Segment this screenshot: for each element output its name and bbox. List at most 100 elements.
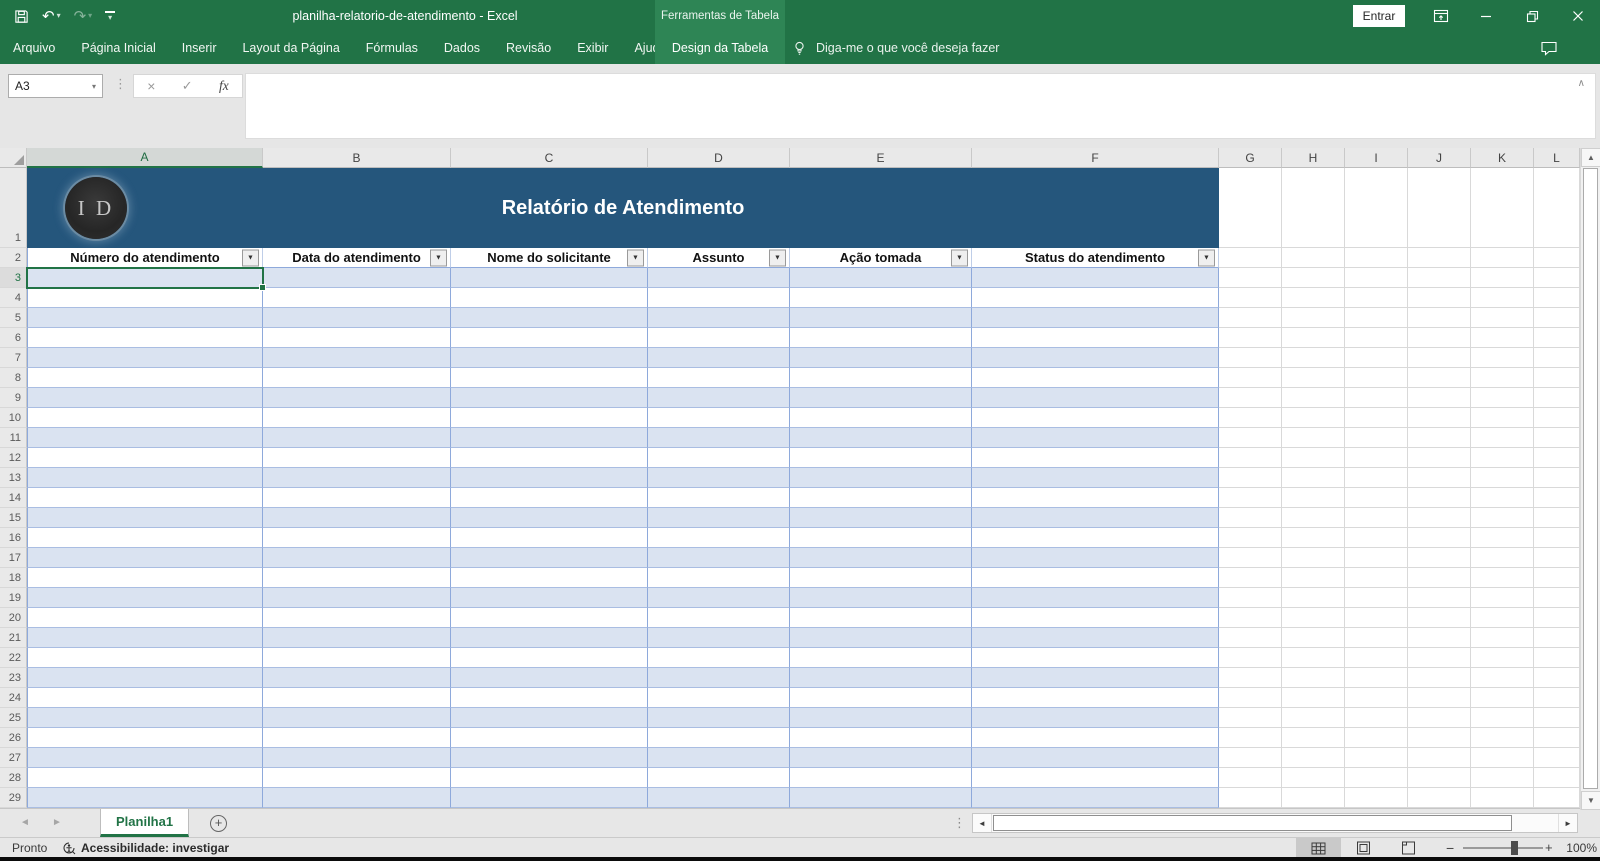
cell-i9[interactable] (1345, 388, 1408, 408)
cell-e14[interactable] (790, 488, 972, 508)
column-header-j[interactable]: J (1408, 148, 1471, 168)
cell-j24[interactable] (1408, 688, 1471, 708)
cell-h15[interactable] (1282, 508, 1345, 528)
cell-d28[interactable] (648, 768, 790, 788)
cell-l18[interactable] (1534, 568, 1580, 588)
page-layout-view-icon[interactable] (1341, 838, 1386, 858)
cell-j3[interactable] (1408, 268, 1471, 288)
cell-h22[interactable] (1282, 648, 1345, 668)
cell-a19[interactable] (27, 588, 263, 608)
cell-d26[interactable] (648, 728, 790, 748)
zoom-level[interactable]: 100% (1563, 838, 1597, 858)
cell-c22[interactable] (451, 648, 648, 668)
cell-c27[interactable] (451, 748, 648, 768)
minimize-icon[interactable] (1471, 0, 1501, 32)
row-header-25[interactable]: 25 (0, 708, 27, 728)
tab-pagina-inicial[interactable]: Página Inicial (68, 32, 168, 64)
cell-c20[interactable] (451, 608, 648, 628)
cell-c16[interactable] (451, 528, 648, 548)
cell-a6[interactable] (27, 328, 263, 348)
tab-layout-da-pagina[interactable]: Layout da Página (229, 32, 352, 64)
cell-f17[interactable] (972, 548, 1219, 568)
cell-j26[interactable] (1408, 728, 1471, 748)
cell-l19[interactable] (1534, 588, 1580, 608)
cell-h12[interactable] (1282, 448, 1345, 468)
add-sheet-icon[interactable]: + (210, 815, 227, 832)
cell-a29[interactable] (27, 788, 263, 808)
row-header-4[interactable]: 4 (0, 288, 27, 308)
cell-i24[interactable] (1345, 688, 1408, 708)
cell-d14[interactable] (648, 488, 790, 508)
cell-k10[interactable] (1471, 408, 1534, 428)
cell-l11[interactable] (1534, 428, 1580, 448)
cell-h10[interactable] (1282, 408, 1345, 428)
cell-i4[interactable] (1345, 288, 1408, 308)
cell-e25[interactable] (790, 708, 972, 728)
restore-icon[interactable] (1517, 0, 1547, 32)
filter-dropdown-icon[interactable]: ▼ (951, 249, 968, 266)
cell-h3[interactable] (1282, 268, 1345, 288)
row-header-14[interactable]: 14 (0, 488, 27, 508)
cell-b6[interactable] (263, 328, 451, 348)
cell-e3[interactable] (790, 268, 972, 288)
cell-l27[interactable] (1534, 748, 1580, 768)
page-break-view-icon[interactable] (1386, 838, 1431, 858)
cell-c6[interactable] (451, 328, 648, 348)
cell-c19[interactable] (451, 588, 648, 608)
cell-d21[interactable] (648, 628, 790, 648)
cell-b14[interactable] (263, 488, 451, 508)
cell-l29[interactable] (1534, 788, 1580, 808)
active-cell-a3[interactable] (26, 267, 266, 291)
cell-f6[interactable] (972, 328, 1219, 348)
scroll-down-icon[interactable]: ▼ (1581, 791, 1600, 810)
row-header-1[interactable]: 1 (0, 168, 27, 248)
cell-j6[interactable] (1408, 328, 1471, 348)
filter-dropdown-icon[interactable]: ▼ (627, 249, 644, 266)
cell-e6[interactable] (790, 328, 972, 348)
row-header-24[interactable]: 24 (0, 688, 27, 708)
cell-k4[interactable] (1471, 288, 1534, 308)
cell-l15[interactable] (1534, 508, 1580, 528)
cell-i10[interactable] (1345, 408, 1408, 428)
column-header-k[interactable]: K (1471, 148, 1534, 168)
customize-quick-access-icon[interactable]: ▾ (105, 10, 116, 22)
cell-c29[interactable] (451, 788, 648, 808)
undo-icon[interactable]: ↶ ▾ (42, 9, 61, 24)
cell-l5[interactable] (1534, 308, 1580, 328)
cell-d23[interactable] (648, 668, 790, 688)
cell-c9[interactable] (451, 388, 648, 408)
cell-d9[interactable] (648, 388, 790, 408)
column-header-e[interactable]: E (790, 148, 972, 168)
zoom-slider-thumb[interactable] (1511, 841, 1518, 855)
cell-j10[interactable] (1408, 408, 1471, 428)
row-header-20[interactable]: 20 (0, 608, 27, 628)
cell-c10[interactable] (451, 408, 648, 428)
cell-l23[interactable] (1534, 668, 1580, 688)
enter-icon[interactable]: ✓ (182, 78, 193, 94)
cell-j8[interactable] (1408, 368, 1471, 388)
cell-f19[interactable] (972, 588, 1219, 608)
cell-j5[interactable] (1408, 308, 1471, 328)
cell-d13[interactable] (648, 468, 790, 488)
scroll-up-icon[interactable]: ▲ (1581, 148, 1600, 167)
close-icon[interactable] (1563, 0, 1593, 32)
cell-i12[interactable] (1345, 448, 1408, 468)
cell-j15[interactable] (1408, 508, 1471, 528)
tab-arquivo[interactable]: Arquivo (0, 32, 68, 64)
cell-j18[interactable] (1408, 568, 1471, 588)
cell-l12[interactable] (1534, 448, 1580, 468)
cell-e9[interactable] (790, 388, 972, 408)
cell-k19[interactable] (1471, 588, 1534, 608)
cell-h16[interactable] (1282, 528, 1345, 548)
cell-f24[interactable] (972, 688, 1219, 708)
cell-f25[interactable] (972, 708, 1219, 728)
cell-e17[interactable] (790, 548, 972, 568)
accessibility-status[interactable]: Acessibilidade: investigar (62, 838, 229, 858)
zoom-in-icon[interactable]: + (1545, 838, 1553, 858)
cell-k22[interactable] (1471, 648, 1534, 668)
row-header-23[interactable]: 23 (0, 668, 27, 688)
cell-k13[interactable] (1471, 468, 1534, 488)
cell-l17[interactable] (1534, 548, 1580, 568)
filter-dropdown-icon[interactable]: ▼ (769, 249, 786, 266)
cell-c28[interactable] (451, 768, 648, 788)
